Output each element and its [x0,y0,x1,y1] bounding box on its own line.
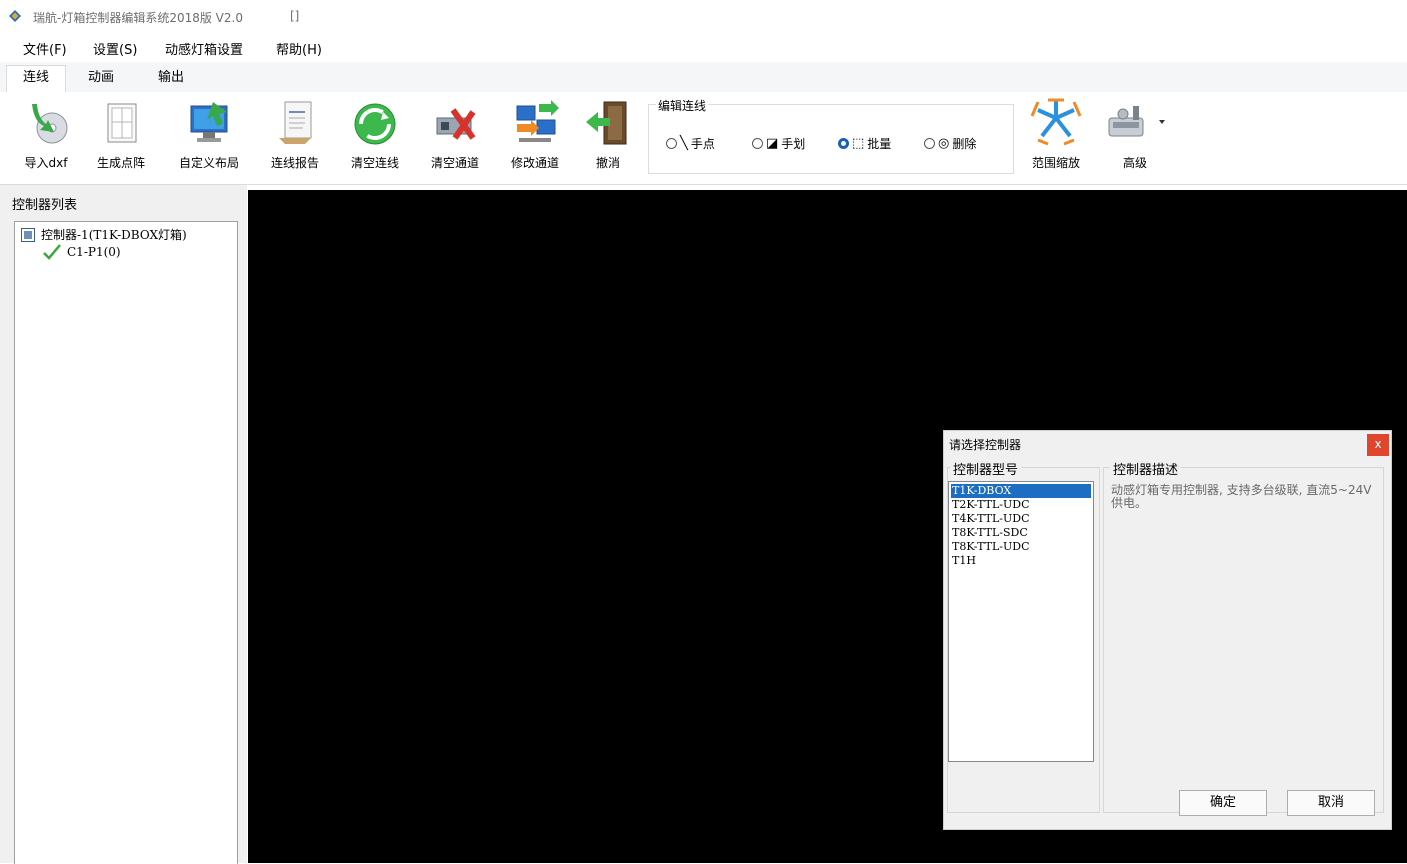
app-logo-icon [9,10,21,22]
list-item[interactable]: T1H [951,554,1091,568]
custom-layout-label: 自定义布局 [178,156,239,170]
tab-output[interactable]: 输出 [140,66,202,92]
menu-file[interactable]: 文件(F) [23,39,67,58]
eraser-tool-icon: ◎ [938,136,950,151]
undo-label: 撤消 [595,156,620,170]
radio-circle-selected [838,138,849,149]
clear-lines-label: 清空连线 [350,156,399,170]
zoom-range-button[interactable]: 范围缩放 [1024,98,1088,176]
menu-bar: 文件(F) 设置(S) 动感灯箱设置 帮助(H) [0,34,1407,62]
modify-channel-button[interactable]: 修改通道 [502,98,568,176]
radio-batch[interactable]: ⬚ 批量 [838,135,891,152]
radio-batch-label: 批量 [867,137,892,151]
cancel-button[interactable]: 取消 [1287,790,1375,816]
menu-dynamic-lightbox-settings[interactable]: 动感灯箱设置 [165,39,243,58]
menu-help[interactable]: 帮助(H) [276,39,322,58]
check-icon [43,244,61,260]
line-tool-icon: ╲ [680,136,688,151]
lasso-tool-icon: ⬚ [852,136,865,151]
report-icon [279,101,312,144]
dialog-title: 请选择控制器 [949,438,1022,452]
list-item[interactable]: T2K-TTL-UDC [951,498,1091,512]
clear-channel-button[interactable]: 清空通道 [422,98,488,176]
tab-wiring[interactable]: 连线 [6,65,66,94]
radio-delete[interactable]: ◎ 删除 [924,135,976,152]
generate-dots-button[interactable]: 生成点阵 [88,98,154,176]
advanced-label: 高级 [1122,156,1147,170]
undo-button[interactable]: 撤消 [580,98,636,176]
controller-list-title: 控制器列表 [12,198,78,213]
ok-button[interactable]: 确定 [1179,790,1267,816]
radio-circle [666,138,677,149]
list-item[interactable]: T4K-TTL-UDC [951,512,1091,526]
window-title: 瑞航-灯箱控制器编辑系统2018版 V2.0 [33,11,243,25]
clear-lines-icon [354,103,396,145]
wiring-report-label: 连线报告 [270,156,319,170]
edit-wiring-group-title: 编辑连线 [656,97,709,114]
radio-hand-point-label: 手点 [690,137,715,151]
description-fieldset [1103,467,1384,813]
import-dxf-button[interactable]: 导入dxf [14,98,78,176]
ribbon-toolbar: 导入dxf 生成点阵 自定义布局 连线报告 清空连线 清空通道 修改通道 撤消 … [0,92,1407,185]
advanced-button[interactable]: 高级 [1100,98,1170,176]
model-listbox[interactable]: T1K-DBOX T2K-TTL-UDC T4K-TTL-UDC T8K-TTL… [948,481,1094,762]
controller-description: 动感灯箱专用控制器, 支持多台级联, 直流5~24V供电。 [1111,483,1372,510]
custom-layout-button[interactable]: 自定义布局 [170,98,248,176]
radio-hand-draw-label: 手划 [781,137,806,151]
clear-channel-icon [436,108,476,140]
menu-settings[interactable]: 设置(S) [93,39,137,58]
list-item[interactable]: T8K-TTL-UDC [951,540,1091,554]
zoom-range-label: 范围缩放 [1031,156,1080,170]
list-item-selected[interactable]: T1K-DBOX [951,484,1091,498]
custom-layout-icon [190,102,228,142]
tree-item-controller-label: 控制器-1(T1K-DBOX灯箱) [41,228,187,242]
radio-delete-label: 删除 [952,137,977,151]
draw-tool-icon: ◪ [766,136,779,151]
controller-icon [21,227,35,242]
clear-lines-button[interactable]: 清空连线 [342,98,408,176]
title-bar: 瑞航-灯箱控制器编辑系统2018版 V2.0 [] [0,0,1407,34]
generate-dots-label: 生成点阵 [96,156,145,170]
radio-circle [924,138,935,149]
ribbon-tabs: 连线 动画 输出 [0,62,1407,94]
window-title-extra: [] [290,9,300,23]
description-fieldset-label: 控制器描述 [1110,459,1182,478]
advanced-icon [1108,106,1165,137]
clear-channel-label: 清空通道 [430,156,479,170]
wiring-report-button[interactable]: 连线报告 [262,98,328,176]
radio-circle [752,138,763,149]
tree-item-port-label: C1-P1(0) [67,245,121,259]
tree-item-port[interactable]: C1-P1(0) [43,244,121,260]
tree-item-controller[interactable]: 控制器-1(T1K-DBOX灯箱) [21,226,187,243]
import-dxf-label: 导入dxf [24,156,68,170]
modify-channel-label: 修改通道 [510,156,559,170]
model-fieldset-label: 控制器型号 [950,459,1022,478]
close-icon: x [1374,437,1382,451]
radio-hand-point[interactable]: ╲ 手点 [666,135,715,152]
tab-animation[interactable]: 动画 [70,66,132,92]
modify-channel-icon [516,100,559,142]
select-controller-dialog: 请选择控制器 x 控制器型号 控制器描述 T1K-DBOX T2K-TTL-UD… [943,430,1392,830]
radio-hand-draw[interactable]: ◪ 手划 [752,135,805,152]
undo-icon [586,101,627,145]
list-item[interactable]: T8K-TTL-SDC [951,526,1091,540]
import-dxf-icon [32,104,68,144]
controller-tree: 控制器-1(T1K-DBOX灯箱) C1-P1(0) [14,221,238,864]
generate-dots-icon [107,103,137,143]
zoom-range-icon [1030,98,1082,146]
close-button[interactable]: x [1367,434,1389,456]
controller-list-panel: 控制器列表 控制器-1(T1K-DBOX灯箱) C1-P1(0) [0,185,247,864]
